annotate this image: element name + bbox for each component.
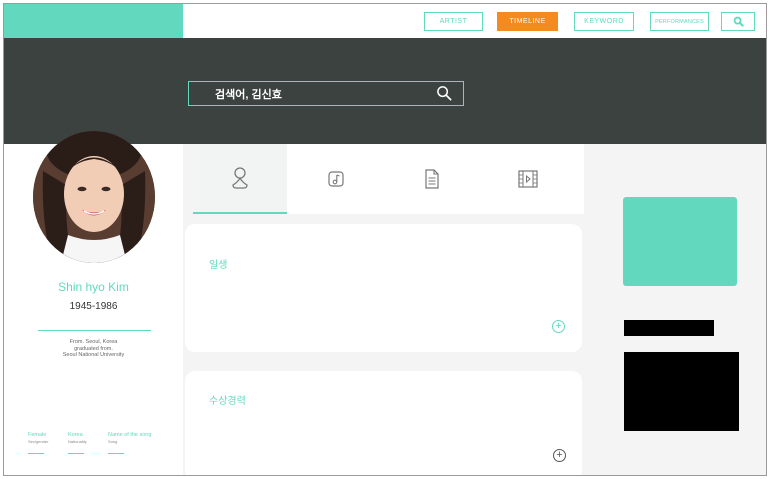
search-icon[interactable] <box>435 85 453 103</box>
tab-documents[interactable] <box>385 144 479 214</box>
top-navigation-bar: ARTIST TIMELINE KEYWORD PERFORMANCES <box>4 4 766 38</box>
meta-nationality: Korea Nationality <box>68 432 87 454</box>
tab-biography[interactable] <box>193 144 287 214</box>
redacted-box <box>624 352 739 431</box>
card-awards: 수상경력 + <box>185 371 582 475</box>
page-frame: ARTIST TIMELINE KEYWORD PERFORMANCES 검색어… <box>3 3 767 476</box>
bio-university: Seoul National University <box>62 352 125 358</box>
nav-keyword-button[interactable]: KEYWORD <box>574 12 634 31</box>
tab-music[interactable] <box>289 144 383 214</box>
person-icon <box>232 167 248 189</box>
artist-years: 1945-1986 <box>69 301 118 312</box>
meta-gender-underline <box>28 453 44 454</box>
tab-video[interactable] <box>481 144 575 214</box>
document-icon <box>425 169 439 189</box>
media-placeholder <box>623 197 737 286</box>
meta-song-label: Song <box>108 439 118 444</box>
search-icon <box>733 16 744 27</box>
nav-timeline-button[interactable]: TIMELINE <box>497 12 558 31</box>
card-awards-title: 수상경력 <box>209 396 246 407</box>
nav-artist-button[interactable]: ARTIST <box>424 12 483 31</box>
right-sidebar <box>584 144 766 475</box>
meta-nationality-label: Nationality <box>68 439 87 444</box>
meta-song: Name of the song Song <box>108 432 151 454</box>
search-input-value[interactable]: 검색어, 김신효 <box>215 86 435 102</box>
meta-gender: Female Sex/gender <box>28 432 48 454</box>
search-field[interactable]: 검색어, 김신효 <box>188 81 464 106</box>
redacted-bar <box>624 320 714 336</box>
artist-name: Shin hyo Kim <box>58 280 129 294</box>
card-biography: 일생 + <box>185 224 582 352</box>
brand-block <box>4 4 183 38</box>
hero-banner: 검색어, 김신효 <box>4 38 766 144</box>
meta-nationality-value: Korea <box>68 432 83 438</box>
plus-circle-icon[interactable]: + <box>552 320 565 333</box>
meta-nationality-underline <box>68 453 84 454</box>
meta-gender-value: Female <box>28 432 47 438</box>
meta-gender-label: Sex/gender <box>28 439 49 444</box>
profile-divider <box>38 330 151 331</box>
meta-song-underline <box>108 453 124 454</box>
artist-bio: From. Seoul, Korea graduated from. Seoul… <box>4 339 183 359</box>
content-tabs <box>193 144 584 214</box>
plus-circle-icon[interactable]: + <box>553 449 566 462</box>
film-icon <box>518 170 538 188</box>
meta-song-value: Name of the song <box>108 432 152 438</box>
artist-avatar <box>33 131 155 263</box>
card-biography-title: 일생 <box>209 260 228 271</box>
nav-search-button[interactable] <box>721 12 755 31</box>
music-icon <box>328 171 344 187</box>
nav-performances-button[interactable]: PERFORMANCES <box>650 12 709 31</box>
artist-profile-panel: Shin hyo Kim 1945-1986 From. Seoul, Kore… <box>4 131 183 475</box>
